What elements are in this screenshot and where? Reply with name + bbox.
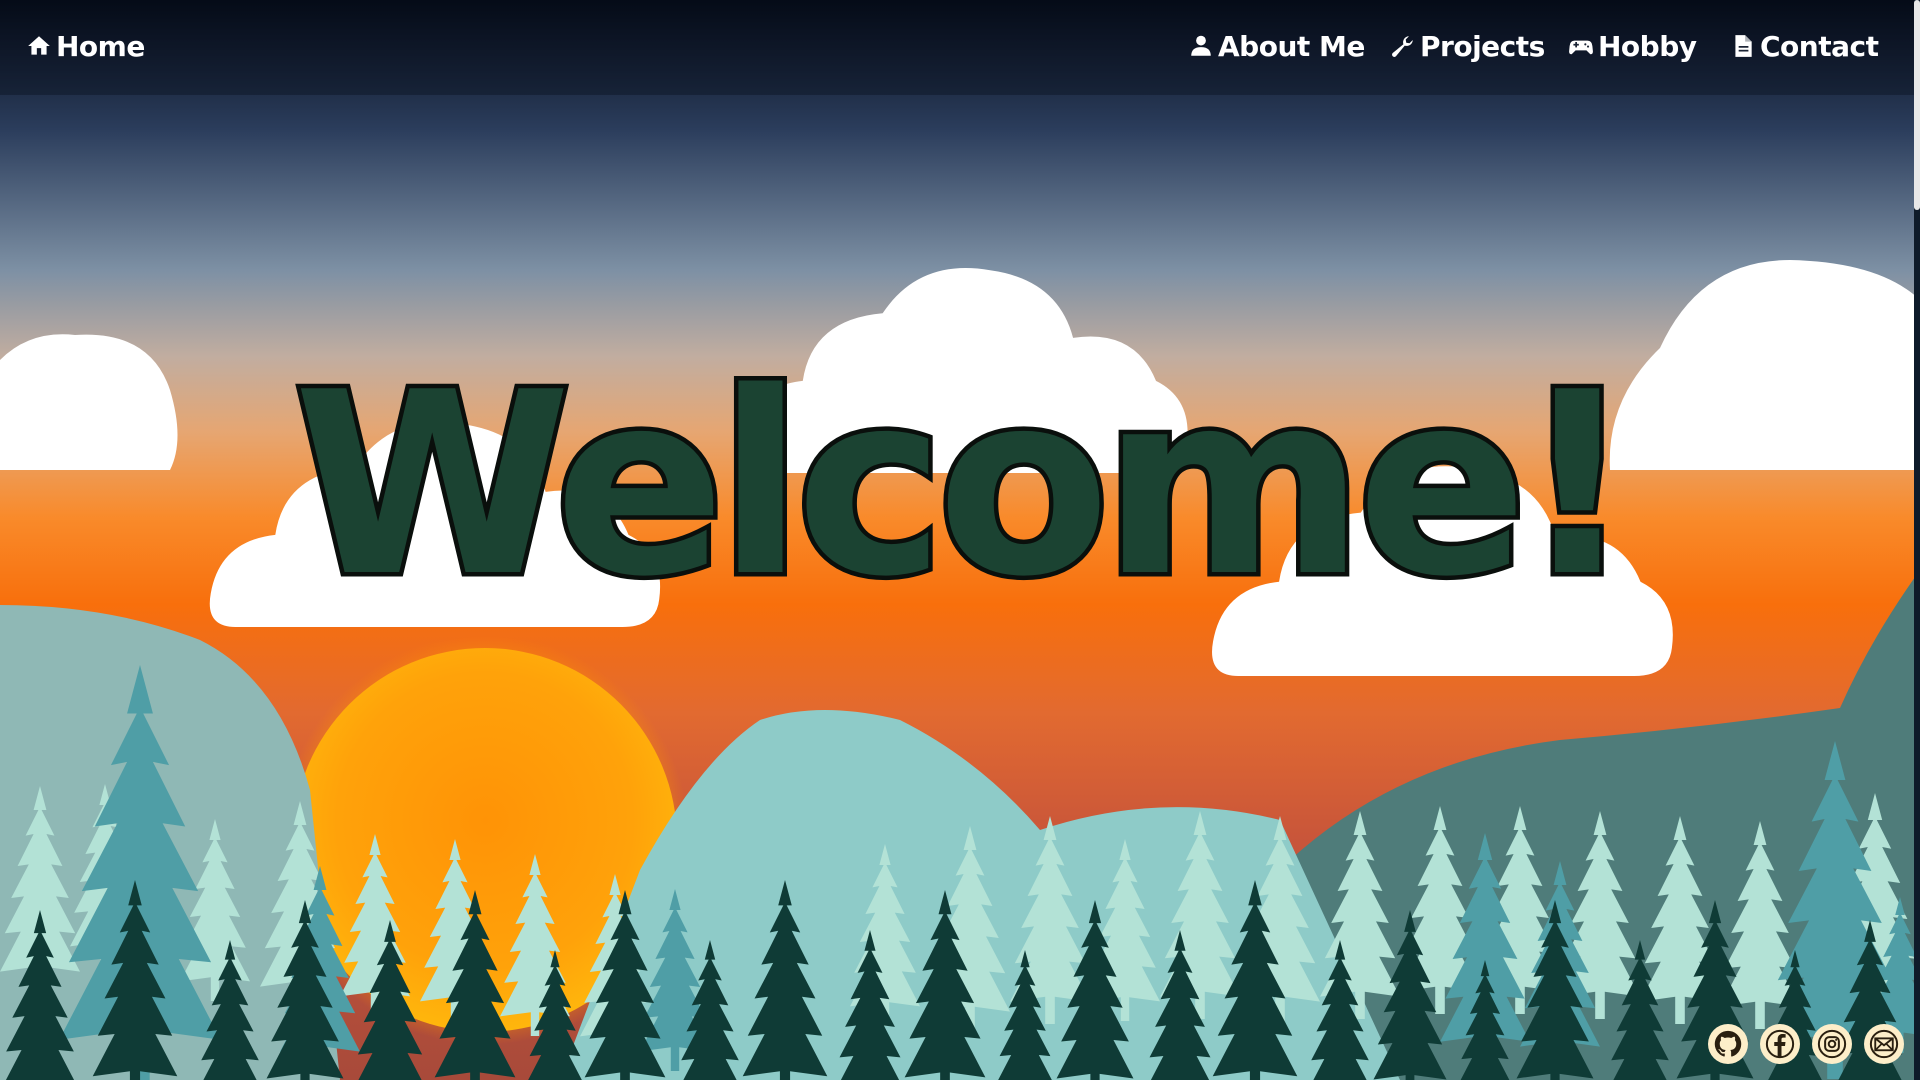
hero-page: Home About Me Projects Hobby Contact Wel…	[0, 0, 1920, 1080]
nav-contact-link[interactable]: Contact	[1730, 26, 1879, 66]
scrollbar-thumb[interactable]	[1914, 0, 1920, 210]
nav-about-link[interactable]: About Me	[1188, 26, 1365, 66]
gamepad-icon	[1568, 33, 1594, 59]
page-scrollbar[interactable]	[1914, 0, 1920, 1080]
instagram-icon	[1817, 1029, 1847, 1059]
wrench-icon	[1390, 33, 1416, 59]
nav-hobby-link[interactable]: Hobby	[1568, 26, 1697, 66]
nav-home-link[interactable]: Home	[26, 26, 145, 66]
social-links	[1708, 1024, 1904, 1064]
nav-projects-link[interactable]: Projects	[1390, 26, 1545, 66]
top-navbar: Home About Me Projects Hobby Contact	[0, 0, 1920, 92]
email-icon	[1869, 1029, 1899, 1059]
github-link[interactable]	[1708, 1024, 1748, 1064]
document-icon	[1730, 33, 1756, 59]
github-icon	[1714, 1030, 1742, 1057]
nav-about-label: About Me	[1218, 29, 1365, 63]
person-icon	[1188, 33, 1214, 59]
nav-projects-label: Projects	[1420, 29, 1545, 63]
facebook-icon	[1765, 1029, 1795, 1059]
nav-hobby-label: Hobby	[1598, 29, 1697, 63]
facebook-link[interactable]	[1760, 1024, 1800, 1064]
welcome-title: Welcome!	[289, 339, 1639, 632]
nav-home-label: Home	[56, 29, 145, 63]
nav-contact-label: Contact	[1760, 29, 1879, 63]
instagram-link[interactable]	[1812, 1024, 1852, 1064]
home-icon	[26, 33, 52, 59]
email-link[interactable]	[1864, 1024, 1904, 1064]
